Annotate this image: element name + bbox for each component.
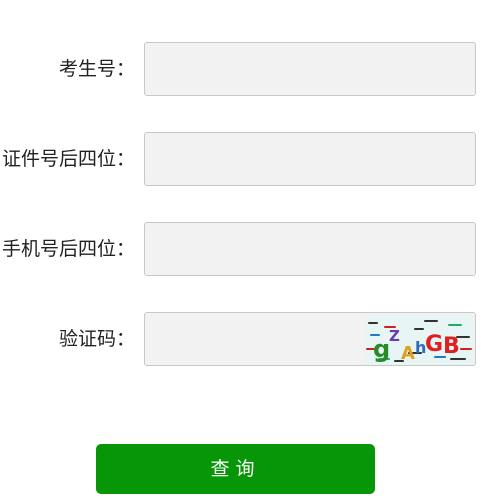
id-last4-row: 证件号后四位： <box>0 132 481 186</box>
phone-last4-row: 手机号后四位： <box>0 222 481 276</box>
captcha-label: 验证码： <box>58 328 135 350</box>
exam-number-row: 考生号： <box>0 42 481 96</box>
phone-last4-label: 手机号后四位： <box>1 238 135 260</box>
svg-text:B: B <box>443 334 460 359</box>
exam-number-label: 考生号： <box>58 58 135 80</box>
svg-text:g: g <box>373 335 390 363</box>
svg-text:A: A <box>401 343 415 364</box>
submit-query-button[interactable]: 查询 <box>96 444 375 494</box>
query-form: 考生号： 证件号后四位： 手机号后四位： 验证码： g Z A h G B 查询 <box>0 0 481 503</box>
exam-number-input[interactable] <box>144 42 476 96</box>
svg-text:Z: Z <box>389 327 400 345</box>
captcha-input[interactable]: g Z A h G B <box>144 312 476 366</box>
captcha-image[interactable]: g Z A h G B <box>365 315 473 365</box>
id-last4-input[interactable] <box>144 132 476 186</box>
phone-last4-input[interactable] <box>144 222 476 276</box>
svg-text:G: G <box>425 332 443 357</box>
captcha-row: 验证码： g Z A h G B <box>0 312 481 366</box>
captcha-graphic: g Z A h G B <box>365 315 473 365</box>
id-last4-label: 证件号后四位： <box>1 148 135 170</box>
